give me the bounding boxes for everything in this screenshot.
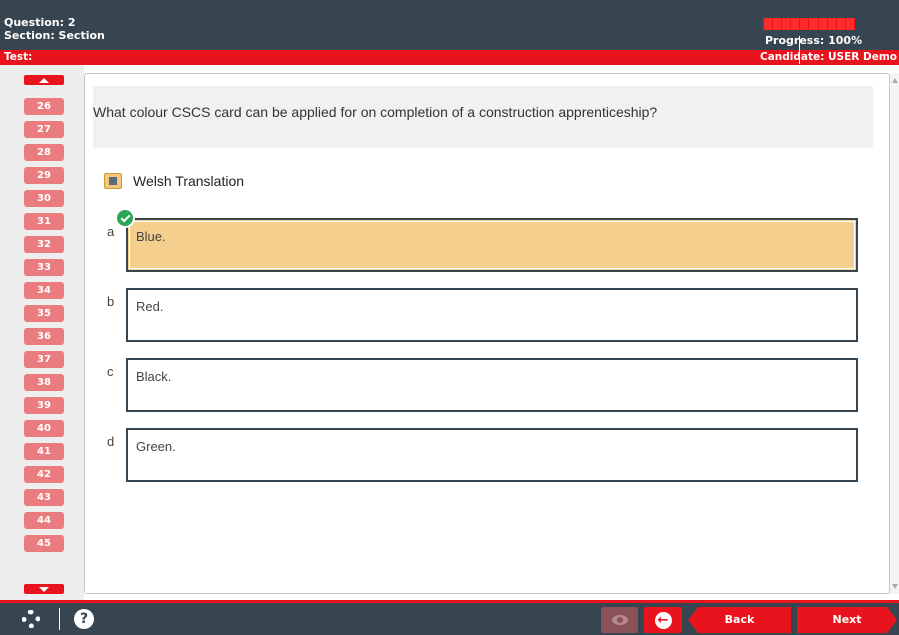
question-nav-item[interactable]: 29 — [24, 167, 64, 184]
question-nav-item[interactable]: 26 — [24, 98, 64, 115]
exit-icon: ← — [654, 611, 672, 629]
question-number-label: Question: 2 — [4, 16, 76, 29]
progress-label: Progress: 100% — [765, 34, 863, 47]
progress-marker — [799, 36, 800, 64]
question-nav-item[interactable]: 41 — [24, 443, 64, 460]
question-nav-item[interactable]: 35 — [24, 305, 64, 322]
option-text: Green. — [136, 439, 176, 454]
option-letter: c — [107, 364, 114, 379]
option-text: Red. — [136, 299, 164, 314]
question-nav-item[interactable]: 40 — [24, 420, 64, 437]
back-button[interactable]: Back — [688, 607, 791, 633]
option-text: Black. — [136, 369, 172, 384]
test-label: Test: — [4, 51, 33, 63]
chevron-down-icon — [39, 586, 49, 592]
question-nav-item[interactable]: 30 — [24, 190, 64, 207]
footer-bar: ? ← Back Next — [0, 603, 899, 635]
scroll-down-arrow-icon[interactable] — [892, 584, 898, 589]
question-nav-item[interactable]: 31 — [24, 213, 64, 230]
review-button[interactable] — [601, 607, 638, 633]
scrollbar[interactable] — [890, 73, 899, 594]
top-header: Question: 2 Section: Section Progress: 1… — [0, 0, 899, 50]
translation-icon[interactable] — [104, 173, 122, 189]
nav-scroll-down-button[interactable] — [24, 584, 64, 594]
scroll-up-arrow-icon[interactable] — [892, 78, 898, 83]
welsh-translation-link[interactable]: Welsh Translation — [133, 173, 244, 189]
question-nav-item[interactable]: 43 — [24, 489, 64, 506]
option-text: Blue. — [136, 229, 166, 244]
question-nav-item[interactable]: 33 — [24, 259, 64, 276]
exit-button[interactable]: ← — [644, 607, 682, 633]
chevron-up-icon — [39, 77, 49, 83]
answer-option-a[interactable]: Blue. — [126, 218, 858, 272]
check-icon — [115, 208, 135, 228]
section-label: Section: Section — [4, 29, 105, 42]
nav-scroll-up-button[interactable] — [24, 75, 64, 85]
next-button[interactable]: Next — [797, 607, 897, 633]
question-text: What colour CSCS card can be applied for… — [93, 104, 658, 120]
question-nav-item[interactable]: 36 — [24, 328, 64, 345]
question-nav-item[interactable]: 37 — [24, 351, 64, 368]
gear-icon[interactable] — [22, 610, 40, 628]
help-icon[interactable]: ? — [74, 609, 94, 629]
option-letter: b — [107, 294, 115, 309]
option-letter: a — [107, 224, 115, 239]
question-nav-sidebar: 26 27 28 29 30 31 32 33 34 35 36 37 38 3… — [0, 65, 84, 600]
question-nav-item[interactable]: 39 — [24, 397, 64, 414]
question-panel: What colour CSCS card can be applied for… — [84, 73, 890, 594]
question-nav-item[interactable]: 42 — [24, 466, 64, 483]
eye-icon — [611, 615, 628, 625]
question-nav-item[interactable]: 45 — [24, 535, 64, 552]
question-nav-item[interactable]: 32 — [24, 236, 64, 253]
answer-option-c[interactable]: Black. — [126, 358, 858, 412]
question-nav-item[interactable]: 34 — [24, 282, 64, 299]
option-letter: d — [107, 434, 115, 449]
footer-separator — [59, 608, 60, 630]
answer-option-d[interactable]: Green. — [126, 428, 858, 482]
question-nav-item[interactable]: 28 — [24, 144, 64, 161]
question-nav-item[interactable]: 27 — [24, 121, 64, 138]
test-info-bar: Test: Candidate: USER Demo — [0, 50, 899, 65]
question-nav-item[interactable]: 38 — [24, 374, 64, 391]
header-info: Question: 2 Section: Section — [4, 16, 105, 42]
answer-option-b[interactable]: Red. — [126, 288, 858, 342]
progress-bar — [763, 18, 855, 30]
candidate-label: Candidate: USER Demo — [760, 51, 897, 63]
question-nav-item[interactable]: 44 — [24, 512, 64, 529]
